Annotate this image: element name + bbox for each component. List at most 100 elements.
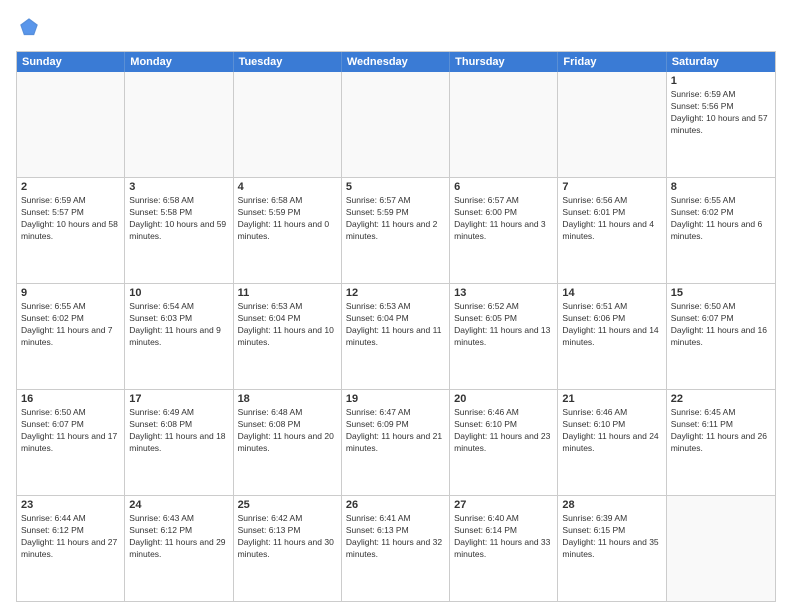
day-number: 14 — [562, 287, 661, 299]
day-number: 20 — [454, 393, 553, 405]
day-number: 12 — [346, 287, 445, 299]
day-number: 13 — [454, 287, 553, 299]
day-info: Sunrise: 6:53 AM Sunset: 6:04 PM Dayligh… — [238, 301, 337, 349]
day-cell-24: 24Sunrise: 6:43 AM Sunset: 6:12 PM Dayli… — [125, 496, 233, 601]
day-number: 16 — [21, 393, 120, 405]
day-cell-9: 9 Sunrise: 6:55 AM Sunset: 6:02 PM Daylig… — [17, 284, 125, 389]
day-number: 24 — [129, 499, 228, 511]
day-info: Sunrise: 6:57 AM Sunset: 6:00 PM Dayligh… — [454, 195, 553, 243]
day-info: Sunrise: 6:46 AM Sunset: 6:10 PM Dayligh… — [454, 407, 553, 455]
day-number: 8 — [671, 181, 771, 193]
header-day-monday: Monday — [125, 52, 233, 72]
day-cell-4: 4 Sunrise: 6:58 AM Sunset: 5:59 PM Daylig… — [234, 178, 342, 283]
day-info: Sunrise: 6:55 AM Sunset: 6:02 PM Dayligh… — [21, 301, 120, 349]
day-cell-1: 1 Sunrise: 6:59 AM Sunset: 5:56 PM Daylig… — [667, 72, 775, 177]
day-info: Sunrise: 6:42 AM Sunset: 6:13 PM Dayligh… — [238, 513, 337, 561]
day-number: 3 — [129, 181, 228, 193]
day-number: 19 — [346, 393, 445, 405]
header-day-tuesday: Tuesday — [234, 52, 342, 72]
calendar-row-3: 16 Sunrise: 6:50 AM Sunset: 6:07 PM Dayli… — [17, 389, 775, 495]
day-cell-8: 8 Sunrise: 6:55 AM Sunset: 6:02 PM Daylig… — [667, 178, 775, 283]
day-number: 5 — [346, 181, 445, 193]
day-info: Sunrise: 6:56 AM Sunset: 6:01 PM Dayligh… — [562, 195, 661, 243]
day-info: Sunrise: 6:53 AM Sunset: 6:04 PM Dayligh… — [346, 301, 445, 349]
day-cell-16: 16 Sunrise: 6:50 AM Sunset: 6:07 PM Dayli… — [17, 390, 125, 495]
day-number: 9 — [21, 287, 120, 299]
day-info: Sunrise: 6:44 AM Sunset: 6:12 PM Dayligh… — [21, 513, 120, 561]
day-number: 23 — [21, 499, 120, 511]
day-cell-12: 12 Sunrise: 6:53 AM Sunset: 6:04 PM Dayli… — [342, 284, 450, 389]
day-info: Sunrise: 6:58 AM Sunset: 5:59 PM Dayligh… — [238, 195, 337, 243]
calendar: SundayMondayTuesdayWednesdayThursdayFrid… — [16, 51, 776, 602]
day-number: 2 — [21, 181, 120, 193]
header-day-wednesday: Wednesday — [342, 52, 450, 72]
day-info: Sunrise: 6:59 AM Sunset: 5:56 PM Dayligh… — [671, 89, 771, 137]
day-info: Sunrise: 6:39 AM Sunset: 6:15 PM Dayligh… — [562, 513, 661, 561]
day-cell-26: 26 Sunrise: 6:41 AM Sunset: 6:13 PM Dayli… — [342, 496, 450, 601]
day-cell-empty-0-4 — [450, 72, 558, 177]
day-info: Sunrise: 6:40 AM Sunset: 6:14 PM Dayligh… — [454, 513, 553, 561]
day-cell-6: 6 Sunrise: 6:57 AM Sunset: 6:00 PM Daylig… — [450, 178, 558, 283]
day-info: Sunrise: 6:52 AM Sunset: 6:05 PM Dayligh… — [454, 301, 553, 349]
day-cell-27: 27 Sunrise: 6:40 AM Sunset: 6:14 PM Dayli… — [450, 496, 558, 601]
day-cell-13: 13 Sunrise: 6:52 AM Sunset: 6:05 PM Dayli… — [450, 284, 558, 389]
day-cell-empty-4-6 — [667, 496, 775, 601]
day-number: 22 — [671, 393, 771, 405]
day-info: Sunrise: 6:41 AM Sunset: 6:13 PM Dayligh… — [346, 513, 445, 561]
day-info: Sunrise: 6:58 AM Sunset: 5:58 PM Dayligh… — [129, 195, 228, 243]
day-info: Sunrise: 6:51 AM Sunset: 6:06 PM Dayligh… — [562, 301, 661, 349]
day-cell-20: 20 Sunrise: 6:46 AM Sunset: 6:10 PM Dayli… — [450, 390, 558, 495]
day-info: Sunrise: 6:50 AM Sunset: 6:07 PM Dayligh… — [21, 407, 120, 455]
day-info: Sunrise: 6:49 AM Sunset: 6:08 PM Dayligh… — [129, 407, 228, 455]
day-cell-10: 10 Sunrise: 6:54 AM Sunset: 6:03 PM Dayli… — [125, 284, 233, 389]
day-number: 11 — [238, 287, 337, 299]
day-cell-19: 19 Sunrise: 6:47 AM Sunset: 6:09 PM Dayli… — [342, 390, 450, 495]
day-cell-7: 7 Sunrise: 6:56 AM Sunset: 6:01 PM Daylig… — [558, 178, 666, 283]
day-number: 18 — [238, 393, 337, 405]
day-cell-empty-0-0 — [17, 72, 125, 177]
header — [16, 16, 776, 43]
calendar-header: SundayMondayTuesdayWednesdayThursdayFrid… — [17, 52, 775, 72]
day-number: 28 — [562, 499, 661, 511]
calendar-body: 1 Sunrise: 6:59 AM Sunset: 5:56 PM Daylig… — [17, 72, 775, 601]
day-cell-3: 3 Sunrise: 6:58 AM Sunset: 5:58 PM Daylig… — [125, 178, 233, 283]
day-info: Sunrise: 6:45 AM Sunset: 6:11 PM Dayligh… — [671, 407, 771, 455]
day-cell-empty-0-1 — [125, 72, 233, 177]
day-info: Sunrise: 6:59 AM Sunset: 5:57 PM Dayligh… — [21, 195, 120, 243]
day-cell-2: 2 Sunrise: 6:59 AM Sunset: 5:57 PM Daylig… — [17, 178, 125, 283]
day-info: Sunrise: 6:46 AM Sunset: 6:10 PM Dayligh… — [562, 407, 661, 455]
logo-icon — [18, 16, 40, 38]
day-number: 25 — [238, 499, 337, 511]
day-cell-5: 5 Sunrise: 6:57 AM Sunset: 5:59 PM Daylig… — [342, 178, 450, 283]
day-cell-18: 18Sunrise: 6:48 AM Sunset: 6:08 PM Dayli… — [234, 390, 342, 495]
day-number: 17 — [129, 393, 228, 405]
day-info: Sunrise: 6:47 AM Sunset: 6:09 PM Dayligh… — [346, 407, 445, 455]
calendar-row-1: 2 Sunrise: 6:59 AM Sunset: 5:57 PM Daylig… — [17, 177, 775, 283]
day-number: 4 — [238, 181, 337, 193]
day-info: Sunrise: 6:54 AM Sunset: 6:03 PM Dayligh… — [129, 301, 228, 349]
day-number: 1 — [671, 75, 771, 87]
day-info: Sunrise: 6:57 AM Sunset: 5:59 PM Dayligh… — [346, 195, 445, 243]
day-cell-11: 11 Sunrise: 6:53 AM Sunset: 6:04 PM Dayli… — [234, 284, 342, 389]
day-number: 21 — [562, 393, 661, 405]
day-number: 26 — [346, 499, 445, 511]
day-cell-empty-0-2 — [234, 72, 342, 177]
header-day-sunday: Sunday — [17, 52, 125, 72]
calendar-row-0: 1 Sunrise: 6:59 AM Sunset: 5:56 PM Daylig… — [17, 72, 775, 177]
day-info: Sunrise: 6:50 AM Sunset: 6:07 PM Dayligh… — [671, 301, 771, 349]
logo — [16, 16, 42, 43]
day-number: 27 — [454, 499, 553, 511]
day-cell-empty-0-3 — [342, 72, 450, 177]
day-cell-21: 21 Sunrise: 6:46 AM Sunset: 6:10 PM Dayli… — [558, 390, 666, 495]
day-info: Sunrise: 6:55 AM Sunset: 6:02 PM Dayligh… — [671, 195, 771, 243]
calendar-row-4: 23 Sunrise: 6:44 AM Sunset: 6:12 PM Dayli… — [17, 495, 775, 601]
calendar-row-2: 9 Sunrise: 6:55 AM Sunset: 6:02 PM Daylig… — [17, 283, 775, 389]
day-cell-empty-0-5 — [558, 72, 666, 177]
day-number: 10 — [129, 287, 228, 299]
day-number: 6 — [454, 181, 553, 193]
day-cell-23: 23 Sunrise: 6:44 AM Sunset: 6:12 PM Dayli… — [17, 496, 125, 601]
day-cell-17: 17 Sunrise: 6:49 AM Sunset: 6:08 PM Dayli… — [125, 390, 233, 495]
day-cell-25: 25 Sunrise: 6:42 AM Sunset: 6:13 PM Dayli… — [234, 496, 342, 601]
day-cell-14: 14 Sunrise: 6:51 AM Sunset: 6:06 PM Dayli… — [558, 284, 666, 389]
day-number: 7 — [562, 181, 661, 193]
